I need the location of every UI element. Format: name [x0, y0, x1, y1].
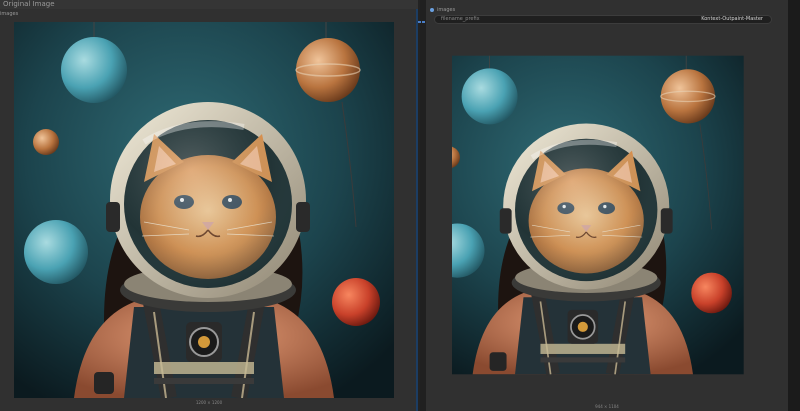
output-image-preview[interactable]: [452, 28, 774, 402]
input-label: images: [437, 7, 456, 13]
image-dimensions: 1200 × 1200: [195, 400, 223, 405]
cat-astronaut-image: [14, 22, 394, 398]
link-wire: [418, 8, 428, 23]
filename-prefix-field[interactable]: filename_prefix Kontext-Outpaint-Master: [434, 15, 772, 24]
original-image-preview[interactable]: [14, 22, 394, 398]
image-dimensions: 944 × 1104: [595, 404, 619, 409]
node-title: Original Image: [0, 0, 418, 9]
canvas-edge: [788, 0, 800, 411]
original-image-node[interactable]: Original Image images 1200 × 1200: [0, 0, 418, 411]
save-image-node[interactable]: images filename_prefix Kontext-Outpaint-…: [418, 0, 788, 411]
output-label: images: [0, 11, 19, 17]
widget-label: filename_prefix: [441, 16, 480, 22]
slot-dot-icon: [430, 8, 434, 12]
input-slot[interactable]: images: [430, 7, 455, 13]
widget-value[interactable]: Kontext-Outpaint-Master: [701, 16, 763, 23]
outpainted-cat-astronaut-image: [452, 28, 774, 402]
